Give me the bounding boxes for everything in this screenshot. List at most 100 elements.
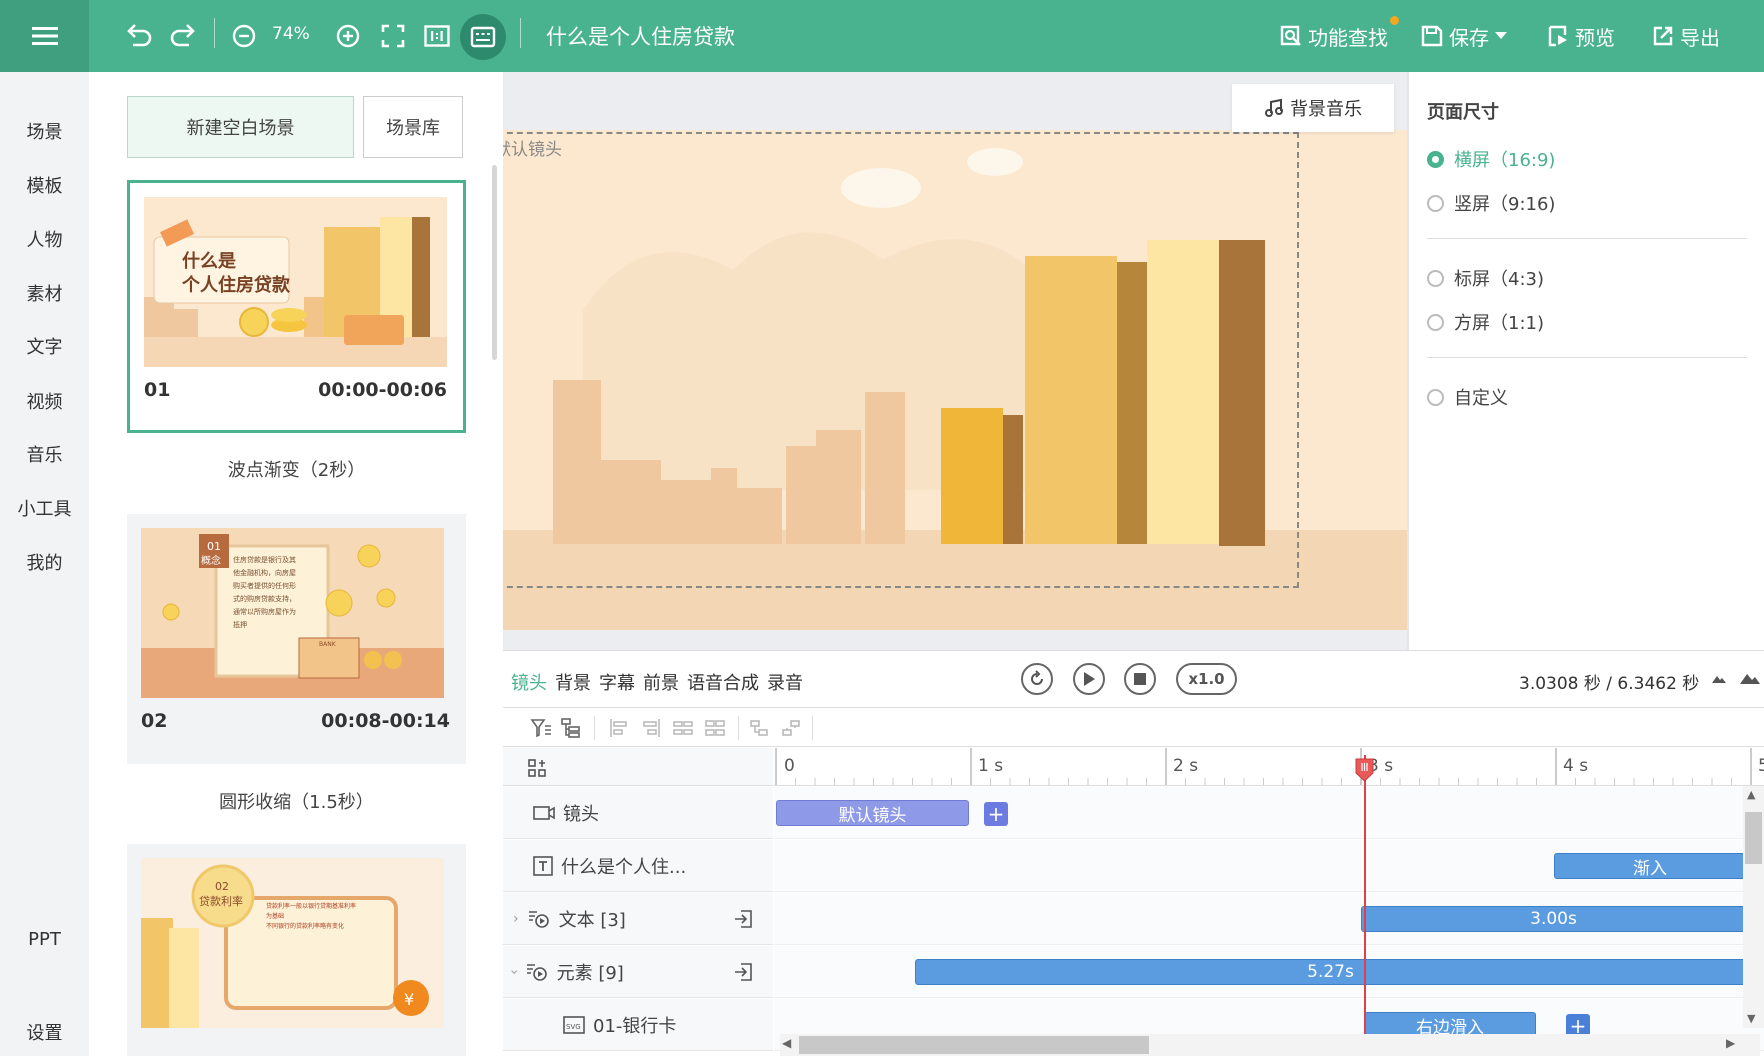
distribute-icon[interactable] bbox=[671, 716, 695, 740]
nav-item-tools[interactable]: 小工具 bbox=[0, 495, 89, 521]
one-to-one-icon bbox=[424, 25, 450, 47]
ruler-label: 1 s bbox=[978, 756, 1004, 776]
tab-foreground[interactable]: 前景 bbox=[643, 669, 679, 695]
tree-structure-icon[interactable] bbox=[559, 716, 583, 740]
collapse-icon[interactable] bbox=[1711, 673, 1727, 685]
add-clip-button[interactable]: + bbox=[984, 802, 1008, 826]
caret-down-icon bbox=[1495, 32, 1507, 39]
horizontal-scroll-thumb[interactable] bbox=[799, 1036, 1149, 1054]
nav-item-material[interactable]: 素材 bbox=[0, 280, 89, 306]
chevron-down-icon[interactable]: › bbox=[506, 969, 522, 975]
stop-button[interactable] bbox=[1124, 663, 1156, 695]
size-option-4-3[interactable]: 标屏（4:3) bbox=[1427, 265, 1544, 291]
scene-transition-label[interactable]: 波点渐变（2秒） bbox=[127, 456, 466, 482]
nav-item-ppt[interactable]: PPT bbox=[0, 929, 89, 950]
save-button[interactable]: 保存 bbox=[1421, 21, 1507, 51]
tab-background[interactable]: 背景 bbox=[555, 669, 591, 695]
nav-item-settings[interactable]: 设置 bbox=[0, 1019, 89, 1045]
tab-recording[interactable]: 录音 bbox=[767, 669, 803, 695]
size-option-9-16[interactable]: 竖屏（9:16) bbox=[1427, 190, 1555, 216]
scroll-right-arrow-icon[interactable]: ▶ bbox=[1726, 1036, 1735, 1050]
thumb-body-line: 不同银行的贷款利率略有变化 bbox=[266, 922, 344, 930]
redo-button[interactable] bbox=[167, 20, 199, 52]
track-header-camera[interactable]: 镜头 bbox=[503, 787, 773, 839]
align-right-icon[interactable] bbox=[639, 716, 663, 740]
scene-card-2[interactable]: 01 概念 住房贷款是银行及其 他金融机构，向房屋 购买者提供的任何形 式的购房… bbox=[127, 514, 466, 764]
track-lane-camera[interactable]: 默认镜头 + bbox=[774, 787, 1764, 839]
chevron-right-icon[interactable]: › bbox=[513, 911, 519, 927]
preview-button[interactable]: 预览 bbox=[1547, 21, 1615, 51]
zoom-out-button[interactable] bbox=[228, 20, 260, 52]
feature-search-label: 功能查找 bbox=[1308, 25, 1388, 50]
nav-item-mine[interactable]: 我的 bbox=[0, 549, 89, 575]
size-option-label: 方屏（1:1) bbox=[1454, 313, 1544, 334]
tab-camera[interactable]: 镜头 bbox=[511, 669, 547, 695]
nav-item-text[interactable]: 文字 bbox=[0, 333, 89, 359]
play-button[interactable] bbox=[1073, 663, 1105, 695]
document-title[interactable]: 什么是个人住房贷款 bbox=[546, 21, 735, 51]
ruler-label: 5 bbox=[1758, 756, 1764, 776]
exit-group-icon[interactable] bbox=[733, 909, 753, 929]
zoom-in-button[interactable] bbox=[332, 20, 364, 52]
page-size-panel: 页面尺寸 横屏（16:9) 竖屏（9:16) 标屏（4:3) 方屏（1:1) 自… bbox=[1407, 72, 1764, 650]
replay-button[interactable] bbox=[1021, 663, 1053, 695]
scene-card-3[interactable]: 02 贷款利率 贷款利率一般以银行贷期基准利率 为基础 不同银行的贷款利率略有变… bbox=[127, 844, 466, 1056]
size-option-custom[interactable]: 自定义 bbox=[1427, 384, 1508, 410]
nav-item-template[interactable]: 模板 bbox=[0, 172, 89, 198]
expand-icon[interactable] bbox=[1739, 671, 1761, 685]
track-header-bank-card[interactable]: SVG 01-银行卡 bbox=[503, 999, 773, 1051]
size-option-16-9[interactable]: 横屏（16:9) bbox=[1427, 146, 1555, 172]
scene-card-1[interactable]: 什么是 个人住房贷款 01 00:00-00:06 bbox=[127, 180, 466, 433]
nav-item-character[interactable]: 人物 bbox=[0, 226, 89, 252]
track-header-title-text[interactable]: 什么是个人住... bbox=[503, 840, 773, 892]
playback-speed-button[interactable]: x1.0 bbox=[1176, 663, 1237, 695]
fullscreen-button[interactable] bbox=[377, 20, 409, 52]
track-header-element-group[interactable]: › 元素 [9] bbox=[503, 946, 773, 998]
distribute-even-icon[interactable] bbox=[703, 716, 727, 740]
filter-icon[interactable] bbox=[529, 716, 553, 740]
scene-transition-label[interactable]: 圆形收缩（1.5秒） bbox=[127, 788, 466, 814]
track-lane-element-group[interactable]: 5.27s bbox=[774, 946, 1764, 998]
export-button[interactable]: 导出 bbox=[1652, 21, 1720, 51]
unlink-icon[interactable] bbox=[779, 716, 803, 740]
track-lane-text-group[interactable]: 3.00s bbox=[774, 893, 1764, 945]
scroll-left-arrow-icon[interactable]: ◀ bbox=[782, 1036, 791, 1050]
background-music-button[interactable]: 背景音乐 bbox=[1232, 84, 1394, 132]
undo-icon bbox=[127, 24, 152, 47]
undo-button[interactable] bbox=[123, 20, 155, 52]
track-header-text-group[interactable]: › 文本 [3] bbox=[503, 893, 773, 945]
exit-group-icon[interactable] bbox=[733, 962, 753, 982]
plus-icon: + bbox=[1569, 1014, 1587, 1038]
playhead-handle[interactable] bbox=[1354, 757, 1375, 782]
nav-item-music[interactable]: 音乐 bbox=[0, 441, 89, 467]
scroll-down-arrow-icon[interactable]: ▼ bbox=[1747, 1012, 1755, 1025]
zoom-out-icon bbox=[232, 24, 256, 48]
align-left-icon[interactable] bbox=[607, 716, 631, 740]
camera-frame[interactable] bbox=[503, 132, 1299, 588]
new-blank-scene-button[interactable]: 新建空白场景 bbox=[127, 96, 354, 158]
thumb-bank-sign: BANK bbox=[319, 641, 337, 648]
clip-fade-in[interactable]: 渐入 bbox=[1554, 853, 1746, 879]
nav-item-scene[interactable]: 场景 bbox=[0, 118, 89, 144]
scene-panel-scrollbar[interactable] bbox=[492, 165, 497, 360]
actual-size-button[interactable] bbox=[421, 20, 453, 52]
nav-item-video[interactable]: 视频 bbox=[0, 388, 89, 414]
stop-icon bbox=[1134, 673, 1146, 685]
vertical-scroll-thumb[interactable] bbox=[1745, 812, 1762, 864]
clip-duration[interactable]: 5.27s bbox=[915, 959, 1746, 985]
tab-speech-synthesis[interactable]: 语音合成 bbox=[687, 669, 759, 695]
hamburger-menu-button[interactable] bbox=[0, 0, 89, 72]
tab-subtitle[interactable]: 字幕 bbox=[599, 669, 635, 695]
layout-grid-icon[interactable] bbox=[527, 758, 547, 778]
keyboard-shortcut-button[interactable] bbox=[460, 14, 506, 60]
link-icon[interactable] bbox=[747, 716, 771, 740]
clip-duration[interactable]: 3.00s bbox=[1361, 906, 1746, 932]
feature-search-button[interactable]: 功能查找 bbox=[1280, 21, 1388, 51]
track-lane-title-text[interactable]: 渐入 bbox=[774, 840, 1764, 892]
scroll-up-arrow-icon[interactable]: ▲ bbox=[1747, 788, 1755, 801]
size-option-1-1[interactable]: 方屏（1:1) bbox=[1427, 309, 1544, 335]
time-ruler[interactable]: 0 1 s 2 s 3 s 4 s 5 bbox=[774, 748, 1764, 786]
ruler-ticks bbox=[775, 748, 1752, 785]
clip-default-camera[interactable]: 默认镜头 bbox=[776, 800, 969, 826]
scene-library-button[interactable]: 场景库 bbox=[363, 96, 463, 158]
